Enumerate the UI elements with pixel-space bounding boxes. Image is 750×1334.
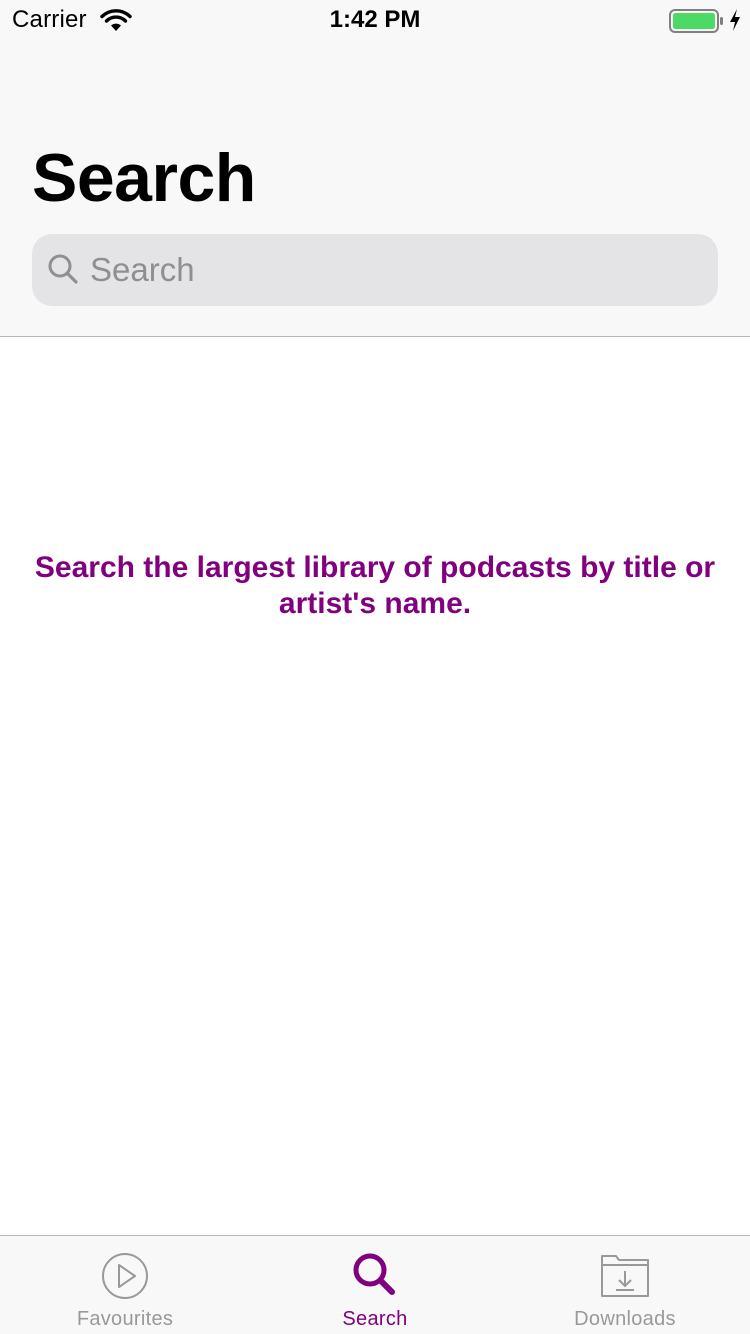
empty-state-message: Search the largest library of podcasts b… — [34, 551, 716, 620]
tab-favourites[interactable]: Favourites — [0, 1236, 250, 1334]
navigation-header: Carrier 1:42 PM Search — [0, 0, 750, 337]
tab-downloads[interactable]: Downloads — [500, 1236, 750, 1334]
tab-label-downloads: Downloads — [574, 1308, 676, 1330]
tab-bar: Favourites Search Downloads — [0, 1235, 750, 1334]
search-input[interactable] — [90, 234, 700, 306]
search-icon — [353, 1253, 395, 1295]
charging-bolt-icon — [730, 9, 740, 31]
search-screen: Carrier 1:42 PM Search Search Search the… — [0, 0, 750, 1334]
battery-icon — [669, 9, 723, 33]
search-bar[interactable] — [32, 234, 718, 306]
tab-label-favourites: Favourites — [76, 1308, 174, 1330]
tab-label-search: Search — [342, 1308, 408, 1330]
play-circle-icon — [102, 1253, 148, 1299]
magnifier-icon — [48, 254, 78, 284]
page-title: Search — [32, 140, 256, 216]
tab-search[interactable]: Search — [250, 1236, 500, 1334]
downloads-folder-icon — [601, 1255, 649, 1297]
status-bar: Carrier 1:42 PM — [0, 0, 750, 40]
status-time: 1:42 PM — [329, 6, 421, 33]
